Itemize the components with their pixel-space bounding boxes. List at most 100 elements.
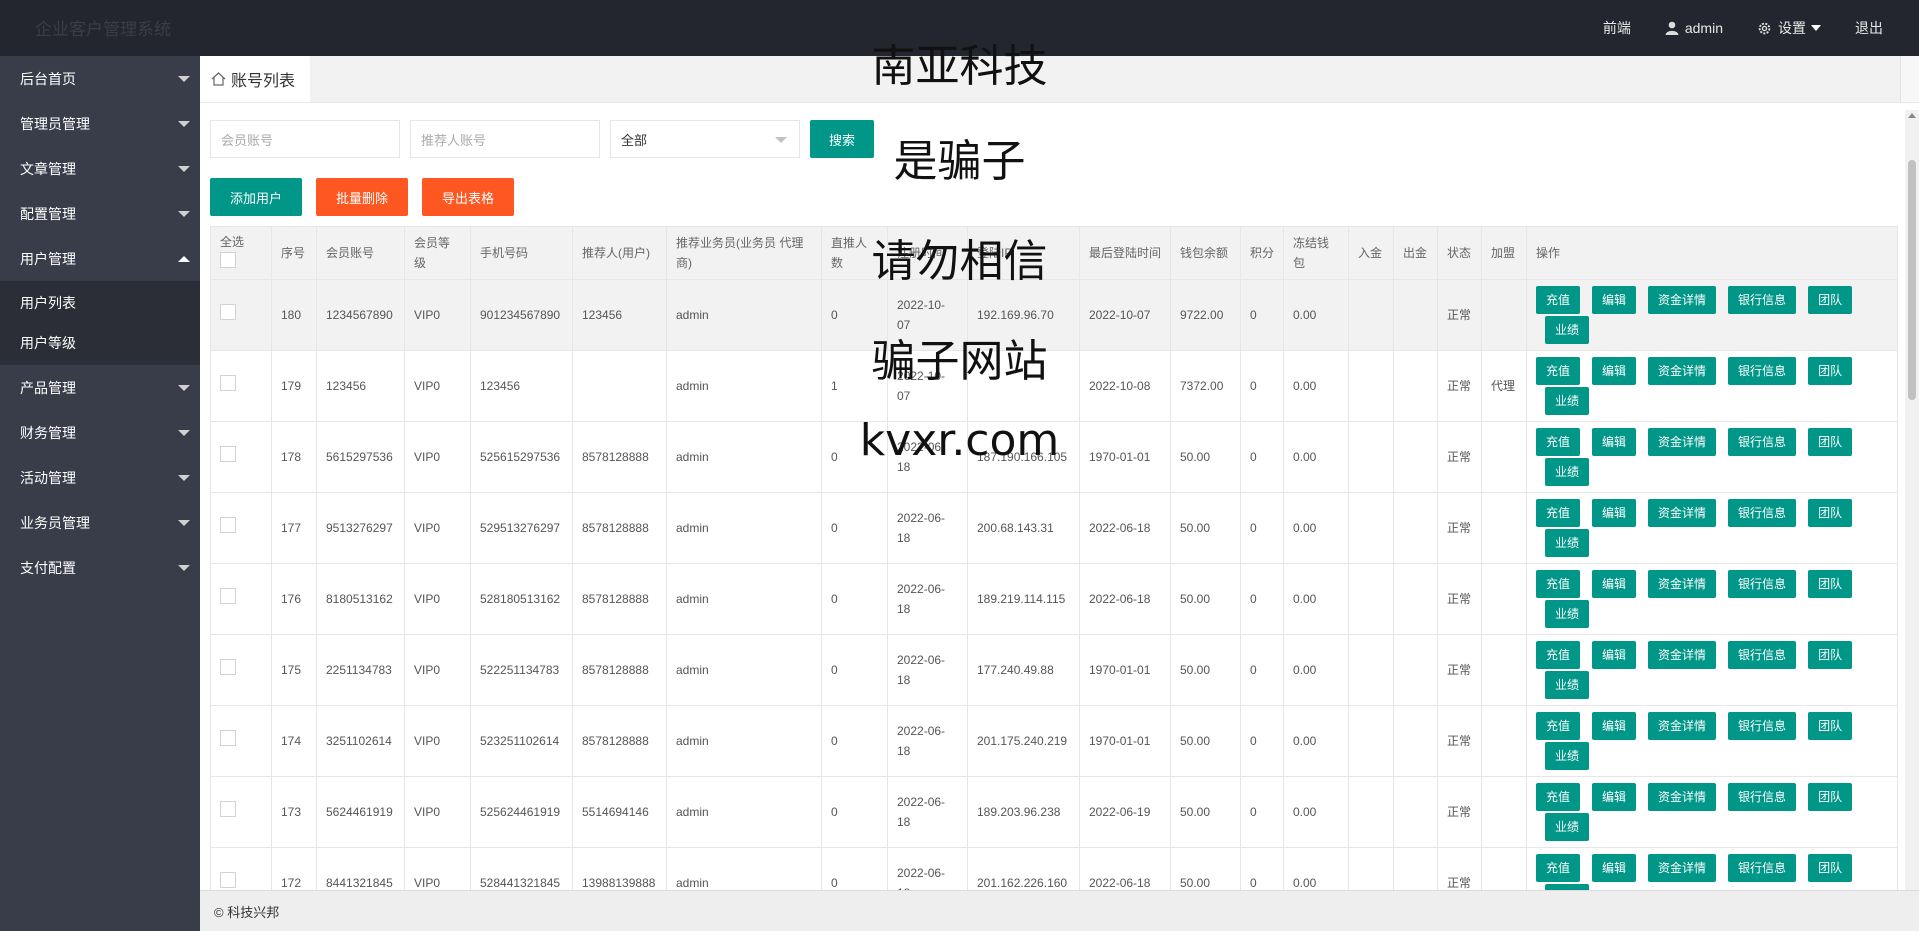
performance-button[interactable]: 业绩 bbox=[1545, 600, 1590, 628]
cell-balance: 50.00 bbox=[1170, 563, 1241, 635]
funds-detail-button[interactable]: 资金详情 bbox=[1648, 499, 1717, 527]
bank-info-button[interactable]: 银行信息 bbox=[1728, 783, 1797, 811]
funds-detail-button[interactable]: 资金详情 bbox=[1648, 570, 1717, 598]
cell-points: 0 bbox=[1240, 563, 1284, 635]
row-checkbox[interactable] bbox=[220, 801, 236, 817]
row-checkbox[interactable] bbox=[220, 517, 236, 533]
cell-deposit bbox=[1348, 563, 1394, 635]
cell-phone: 525624461919 bbox=[470, 776, 573, 848]
recharge-button[interactable]: 充值 bbox=[1536, 854, 1581, 882]
team-button[interactable]: 团队 bbox=[1808, 641, 1853, 669]
cell-deposit bbox=[1348, 705, 1394, 777]
row-select-cell bbox=[210, 705, 272, 777]
cell-phone: 529513276297 bbox=[470, 492, 573, 564]
sidebar-item-payment[interactable]: 支付配置 bbox=[0, 545, 200, 590]
edit-button[interactable]: 编辑 bbox=[1592, 854, 1637, 882]
cell-reg: 2022-06-18 bbox=[887, 705, 968, 777]
bank-info-button[interactable]: 银行信息 bbox=[1728, 712, 1797, 740]
cell-status: 正常 bbox=[1437, 776, 1482, 848]
cell-ip: 200.68.143.31 bbox=[967, 492, 1080, 564]
performance-button[interactable]: 业绩 bbox=[1545, 387, 1590, 415]
funds-detail-button[interactable]: 资金详情 bbox=[1648, 286, 1717, 314]
cell-status: 正常 bbox=[1437, 492, 1482, 564]
row-checkbox[interactable] bbox=[220, 872, 236, 888]
cell-actions: 充值编辑资金详情银行信息团队业绩 bbox=[1526, 776, 1898, 848]
funds-detail-button[interactable]: 资金详情 bbox=[1648, 641, 1717, 669]
team-button[interactable]: 团队 bbox=[1808, 854, 1853, 882]
performance-button[interactable]: 业绩 bbox=[1545, 529, 1590, 557]
team-button[interactable]: 团队 bbox=[1808, 712, 1853, 740]
recharge-button[interactable]: 充值 bbox=[1536, 570, 1581, 598]
cell-phone: 523251102614 bbox=[470, 705, 573, 777]
cell-agent: admin bbox=[666, 634, 822, 706]
overlay-text: 骗子网站 bbox=[871, 336, 1048, 387]
cell-frozen: 0.00 bbox=[1283, 492, 1349, 564]
cell-direct: 0 bbox=[821, 776, 888, 848]
cell-actions: 充值编辑资金详情银行信息团队业绩 bbox=[1526, 634, 1898, 706]
bank-info-button[interactable]: 银行信息 bbox=[1728, 286, 1797, 314]
row-checkbox[interactable] bbox=[220, 588, 236, 604]
team-button[interactable]: 团队 bbox=[1808, 783, 1853, 811]
row-select-cell bbox=[210, 563, 272, 635]
cell-id: 173 bbox=[271, 776, 317, 848]
edit-button[interactable]: 编辑 bbox=[1592, 570, 1637, 598]
row-checkbox[interactable] bbox=[220, 659, 236, 675]
cell-actions: 充值编辑资金详情银行信息团队业绩 bbox=[1526, 705, 1898, 777]
cell-last: 2022-06-19 bbox=[1079, 776, 1171, 848]
cell-reg: 2022-06-18 bbox=[887, 634, 968, 706]
bank-info-button[interactable]: 银行信息 bbox=[1728, 499, 1797, 527]
chevron-down-icon bbox=[178, 474, 190, 481]
edit-button[interactable]: 编辑 bbox=[1592, 783, 1637, 811]
cell-level: VIP0 bbox=[404, 776, 471, 848]
funds-detail-button[interactable]: 资金详情 bbox=[1648, 712, 1717, 740]
edit-button[interactable]: 编辑 bbox=[1592, 286, 1637, 314]
edit-button[interactable]: 编辑 bbox=[1592, 499, 1637, 527]
bank-info-button[interactable]: 银行信息 bbox=[1728, 854, 1797, 882]
edit-button[interactable]: 编辑 bbox=[1592, 712, 1637, 740]
cell-agent: admin bbox=[666, 776, 822, 848]
cell-account: 3251102614 bbox=[316, 705, 405, 777]
bank-info-button[interactable]: 银行信息 bbox=[1728, 641, 1797, 669]
sidebar-subitem-user-list[interactable]: 用户列表 bbox=[0, 283, 200, 323]
cell-status: 正常 bbox=[1437, 705, 1482, 777]
row-checkbox[interactable] bbox=[220, 730, 236, 746]
cell-last: 2022-06-18 bbox=[1079, 492, 1171, 564]
cell-join bbox=[1481, 776, 1527, 848]
cell-reg: 2022-06-18 bbox=[887, 492, 968, 564]
cell-referrer: 8578128888 bbox=[572, 705, 667, 777]
cell-withdraw bbox=[1393, 492, 1438, 564]
cell-ip: 177.240.49.88 bbox=[967, 634, 1080, 706]
cell-balance: 50.00 bbox=[1170, 776, 1241, 848]
cell-last: 1970-01-01 bbox=[1079, 705, 1171, 777]
footer: © 科技兴邦 bbox=[200, 890, 1919, 931]
recharge-button[interactable]: 充值 bbox=[1536, 499, 1581, 527]
cell-points: 0 bbox=[1240, 776, 1284, 848]
recharge-button[interactable]: 充值 bbox=[1536, 286, 1581, 314]
bank-info-button[interactable]: 银行信息 bbox=[1728, 570, 1797, 598]
table-row: 177 9513276297 VIP0 529513276297 8578128888 a… bbox=[210, 492, 1898, 564]
funds-detail-button[interactable]: 资金详情 bbox=[1648, 854, 1717, 882]
team-button[interactable]: 团队 bbox=[1808, 499, 1853, 527]
performance-button[interactable]: 业绩 bbox=[1545, 742, 1590, 770]
cell-reg: 2022-06-18 bbox=[887, 563, 968, 635]
cell-direct: 0 bbox=[821, 563, 888, 635]
cell-frozen: 0.00 bbox=[1283, 776, 1349, 848]
funds-detail-button[interactable]: 资金详情 bbox=[1648, 783, 1717, 811]
cell-withdraw bbox=[1393, 705, 1438, 777]
scroll-up-arrow[interactable] bbox=[1908, 113, 1916, 118]
recharge-button[interactable]: 充值 bbox=[1536, 641, 1581, 669]
row-checkbox[interactable] bbox=[220, 304, 236, 320]
cell-account: 5624461919 bbox=[316, 776, 405, 848]
performance-button[interactable]: 业绩 bbox=[1545, 671, 1590, 699]
performance-button[interactable]: 业绩 bbox=[1545, 813, 1590, 841]
sidebar-item-salespeople[interactable]: 业务员管理 bbox=[0, 500, 200, 545]
cell-points: 0 bbox=[1240, 492, 1284, 564]
edit-button[interactable]: 编辑 bbox=[1592, 641, 1637, 669]
cell-direct: 0 bbox=[821, 705, 888, 777]
cell-balance: 50.00 bbox=[1170, 634, 1241, 706]
recharge-button[interactable]: 充值 bbox=[1536, 712, 1581, 740]
recharge-button[interactable]: 充值 bbox=[1536, 783, 1581, 811]
team-button[interactable]: 团队 bbox=[1808, 286, 1853, 314]
team-button[interactable]: 团队 bbox=[1808, 570, 1853, 598]
cell-agent: admin bbox=[666, 492, 822, 564]
